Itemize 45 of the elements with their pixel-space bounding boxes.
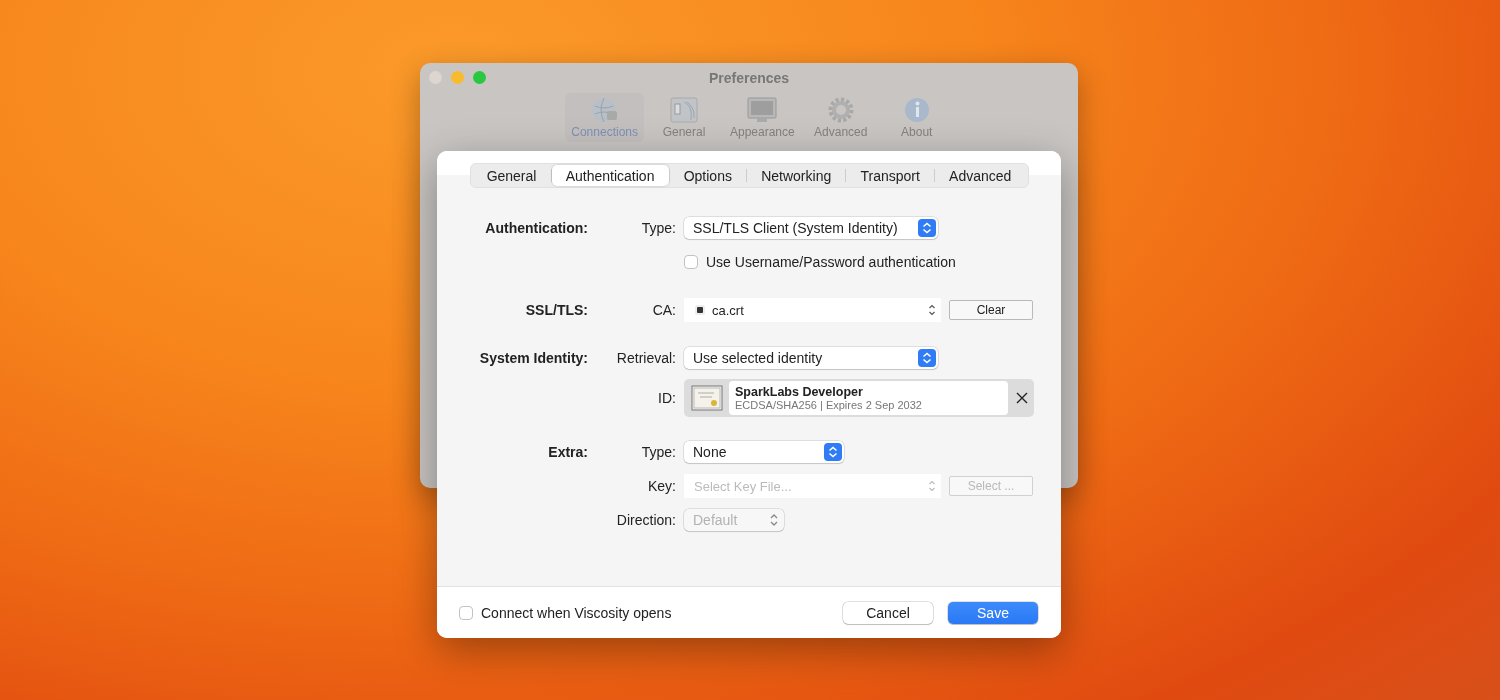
panel-icon (669, 96, 699, 124)
field-label: Key: (648, 478, 676, 494)
field-label: Type: (641, 444, 676, 460)
field-label: Retrieval: (616, 350, 676, 366)
file-field[interactable]: ca.crt (684, 298, 941, 322)
save-button[interactable]: Save (948, 601, 1038, 624)
section-heading: System Identity: (479, 350, 588, 366)
monitor-icon (747, 96, 778, 124)
chevron-up-down-icon (918, 219, 936, 237)
checkbox[interactable] (459, 605, 473, 620)
globe-icon (589, 96, 620, 124)
tab[interactable]: Networking (747, 165, 846, 186)
popup-menu[interactable]: Use selected identity (684, 347, 938, 369)
popup-menu[interactable]: None (684, 441, 844, 463)
file-button[interactable]: Clear (949, 300, 1033, 320)
field-label: ID: (658, 390, 676, 406)
chevron-up-down-icon (927, 479, 937, 493)
zoom-button[interactable] (473, 71, 486, 84)
tab[interactable]: General (472, 165, 551, 186)
chevron-up-down-icon (824, 443, 842, 461)
field-label: Type: (641, 220, 676, 236)
identity-name: SparkLabs Developer (735, 385, 864, 399)
tab[interactable]: Authentication (551, 165, 669, 186)
section-heading: SSL/TLS: (525, 302, 588, 318)
identity-detail: ECDSA/SHA256 | Expires 2 Sep 2032 (735, 399, 923, 411)
tab[interactable]: Transport (846, 165, 934, 186)
checkbox-label: Connect when Viscosity opens (481, 604, 672, 621)
section-heading: Extra: (548, 444, 588, 460)
field-label: Direction: (616, 512, 676, 528)
section-heading: Authentication: (485, 220, 588, 236)
chevron-up-down-icon (927, 303, 937, 317)
popup-menu[interactable]: SSL/TLS Client (System Identity) (684, 217, 938, 239)
chevron-up-down-icon (768, 512, 780, 528)
checkbox[interactable] (684, 255, 698, 269)
tab[interactable]: Options (669, 165, 747, 186)
minimize-button[interactable] (451, 71, 464, 84)
checkbox-label: Use Username/Password authentication (706, 254, 956, 270)
close-icon[interactable] (1016, 392, 1028, 404)
chevron-up-down-icon (918, 349, 936, 367)
tab[interactable]: Advanced (934, 165, 1026, 186)
file-icon (694, 304, 706, 316)
window-title: Preferences (708, 70, 790, 86)
cancel-button[interactable]: Cancel (843, 601, 933, 624)
certificate-icon (691, 385, 723, 411)
field-label: CA: (652, 302, 676, 318)
